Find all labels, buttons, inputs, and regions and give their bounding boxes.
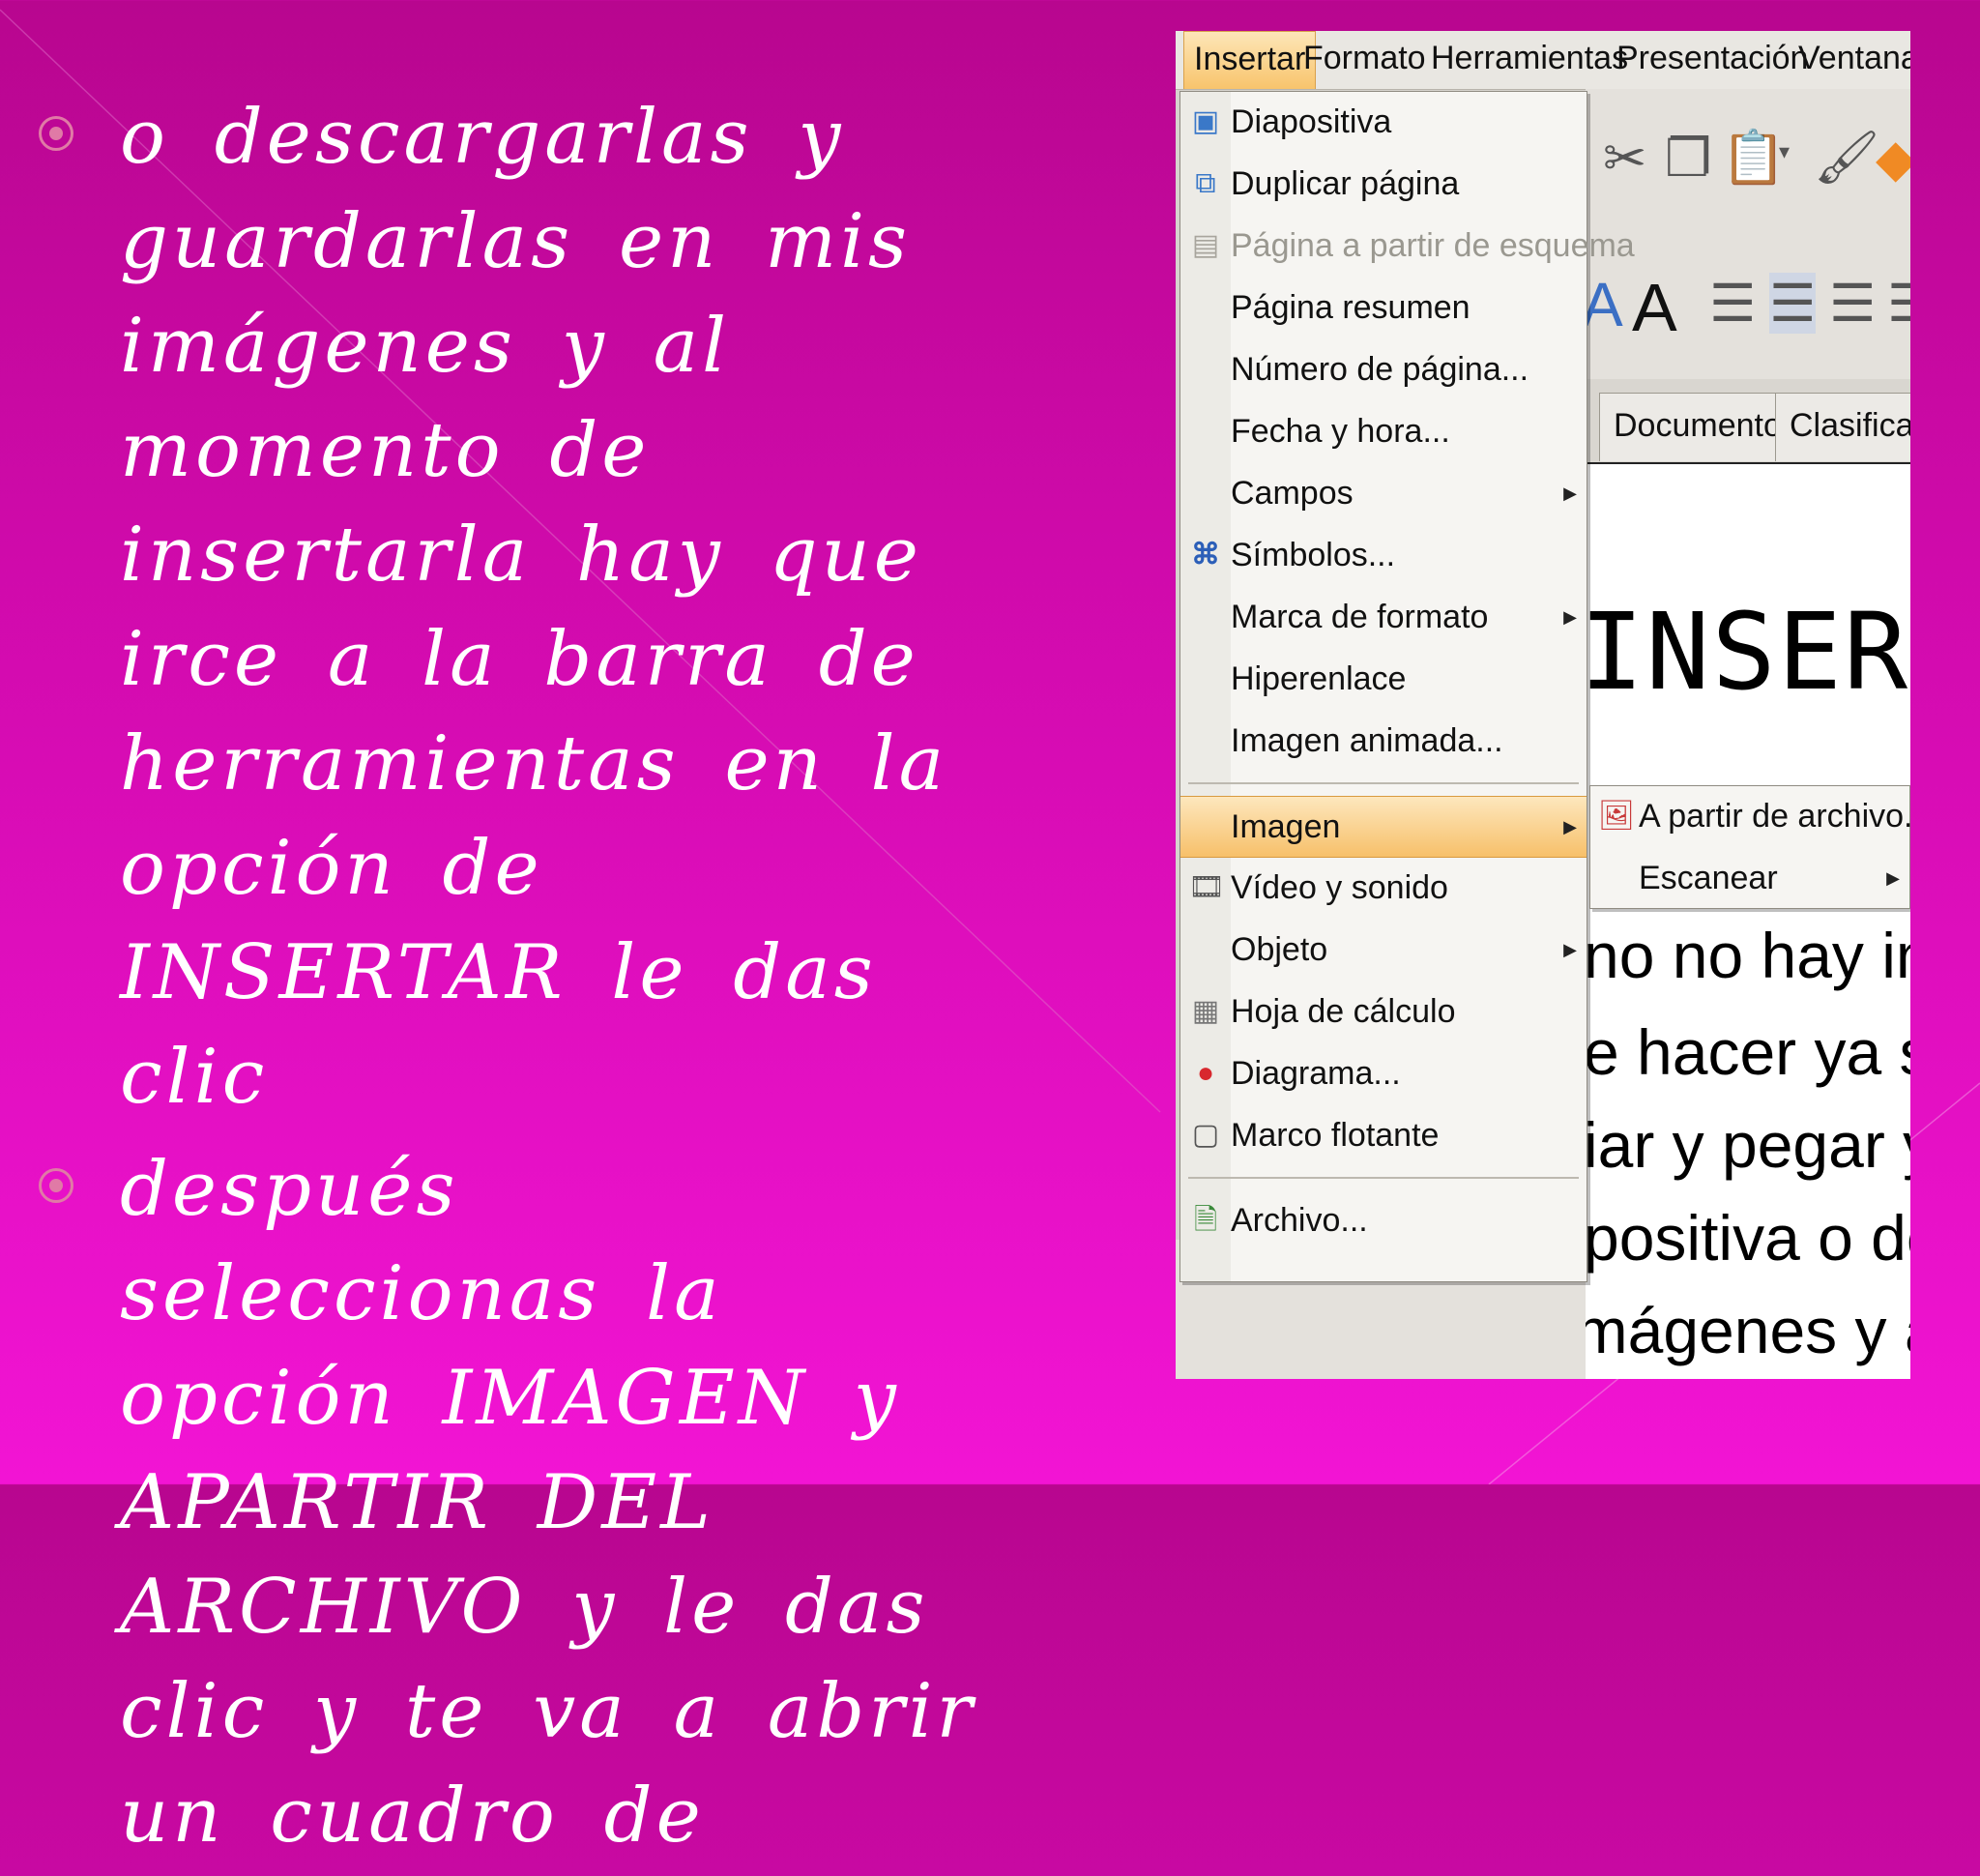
tab-clasificacion[interactable]: Clasificac — [1775, 393, 1910, 461]
slide-bullet-list: o descargarlas y guardarlas en mis imáge… — [37, 85, 984, 1876]
align-right-icon[interactable]: ☰ — [1829, 273, 1876, 334]
menu-item-label: Página a partir de esquema — [1231, 227, 1635, 264]
menu-item-hiperenlace[interactable]: Hiperenlace — [1180, 649, 1587, 709]
menu-item-campos[interactable]: Campos ▶ — [1180, 463, 1587, 523]
menu-item-archivo[interactable]: 🗎 Archivo... — [1180, 1190, 1587, 1250]
tab-documento[interactable]: Documento — [1599, 393, 1796, 461]
menu-item-duplicar-pagina[interactable]: ⧉ Duplicar página — [1180, 154, 1587, 214]
submenu-arrow-icon: ▶ — [1563, 817, 1577, 836]
insert-menu: ▣ Diapositiva ⧉ Duplicar página ▤ Página… — [1179, 91, 1635, 1282]
duplicate-page-icon: ⧉ — [1195, 167, 1216, 199]
submenu-arrow-icon: ▶ — [1563, 484, 1577, 503]
spreadsheet-icon: ▦ — [1191, 995, 1220, 1027]
menu-item-label: Diapositiva — [1231, 103, 1392, 140]
menu-item-label: Marco flotante — [1231, 1117, 1440, 1154]
menu-item-label: Imagen animada... — [1231, 722, 1503, 759]
justify-icon[interactable]: ☰ — [1887, 273, 1910, 334]
menu-item-simbolos[interactable]: ⌘ Símbolos... — [1180, 525, 1587, 585]
floating-frame-icon: ▢ — [1191, 1119, 1220, 1151]
menu-item-label: Diagrama... — [1231, 1055, 1401, 1092]
submenu-arrow-icon: ▶ — [1563, 607, 1577, 627]
bullet-marker-icon — [39, 116, 73, 151]
font-bold-icon[interactable]: A — [1632, 269, 1677, 346]
menu-bar: Insertar Formato Herramientas Presentaci… — [1176, 31, 1910, 90]
standard-toolbar: ✂ ❐ 📋 ▾ 🖌 ◆ — [1586, 89, 1910, 235]
menu-formato[interactable]: Formato — [1294, 31, 1436, 89]
image-submenu: 🖼 A partir de archivo... Escanear ▶ — [1589, 785, 1910, 909]
document-line: e hacer ya sea l — [1586, 1016, 1910, 1088]
slide-bullet-text: o descargarlas y guardarlas en mis imáge… — [120, 94, 948, 1121]
paste-dropdown-icon[interactable]: ▾ — [1779, 139, 1790, 164]
menu-item-imagen[interactable]: Imagen ▶ — [1180, 796, 1587, 858]
slide-bullet: o descargarlas y guardarlas en mis imáge… — [37, 85, 984, 1129]
document-line: imágenes y al mome — [1586, 1295, 1910, 1366]
menu-item-label: Fecha y hora... — [1231, 413, 1450, 450]
menu-item-diapositiva[interactable]: ▣ Diapositiva — [1180, 92, 1587, 152]
menu-item-fecha-hora[interactable]: Fecha y hora... — [1180, 401, 1587, 461]
menu-item-label: Vídeo y sonido — [1231, 869, 1448, 906]
bullet-marker-icon — [39, 1168, 73, 1203]
symbols-icon: ⌘ — [1191, 539, 1220, 571]
file-icon: 🗎 — [1193, 1204, 1218, 1236]
menu-item-label: Marca de formato — [1231, 599, 1489, 635]
menu-herramientas[interactable]: Herramientas — [1421, 31, 1638, 89]
align-left-icon[interactable]: ☰ — [1709, 273, 1756, 334]
document-heading: INSERCIÓ — [1586, 590, 1910, 714]
menu-item-video-sonido[interactable]: 🎞 Vídeo y sonido — [1180, 858, 1587, 918]
slide-bullet-text: después seleccionas la opción IMAGEN y A… — [120, 1146, 976, 1860]
menu-item-marco-flotante[interactable]: ▢ Marco flotante — [1180, 1105, 1587, 1165]
chart-icon: ● — [1196, 1057, 1215, 1089]
menu-item-label: Archivo... — [1231, 1202, 1368, 1239]
navigator-icon[interactable]: ◆ — [1876, 128, 1910, 189]
menu-item-label: Escanear — [1639, 860, 1778, 896]
font-color-icon[interactable]: A — [1582, 269, 1623, 340]
menu-item-label: Número de página... — [1231, 351, 1529, 388]
menu-item-pagina-esquema: ▤ Página a partir de esquema — [1180, 216, 1635, 276]
menu-item-imagen-animada[interactable]: Imagen animada... — [1180, 711, 1587, 771]
menu-presentacion[interactable]: Presentación — [1607, 31, 1818, 89]
menu-item-label: Hiperenlace — [1231, 660, 1407, 697]
menu-item-label: Página resumen — [1231, 289, 1470, 326]
menu-item-escanear[interactable]: Escanear ▶ — [1590, 848, 1909, 908]
app-screenshot: Insertar Formato Herramientas Presentaci… — [1176, 31, 1910, 1379]
image-from-file-icon: 🖼 — [1598, 800, 1636, 832]
menu-item-label: Hoja de cálculo — [1231, 993, 1456, 1030]
cut-icon[interactable]: ✂ — [1603, 128, 1646, 189]
menu-item-label: Campos — [1231, 475, 1354, 512]
menu-item-label: Imagen — [1231, 808, 1341, 845]
tabs-row: Documento Clasificac — [1586, 379, 1910, 462]
menu-item-pagina-resumen[interactable]: Página resumen — [1180, 278, 1587, 337]
menu-item-diagrama[interactable]: ● Diagrama... — [1180, 1043, 1587, 1103]
submenu-arrow-icon: ▶ — [1563, 940, 1577, 959]
document-line: no no hay imáge — [1586, 920, 1910, 991]
menu-item-objeto[interactable]: Objeto ▶ — [1180, 920, 1587, 980]
document-area[interactable]: INSERCIÓ no no hay imáge e hacer ya sea … — [1586, 462, 1910, 1379]
video-sound-icon: 🎞 — [1188, 871, 1226, 903]
align-center-icon[interactable]: ☰ — [1769, 273, 1817, 334]
menu-separator — [1188, 1177, 1579, 1179]
slide-bullet: después seleccionas la opción IMAGEN y A… — [37, 1137, 984, 1868]
copy-icon[interactable]: ❐ — [1665, 128, 1711, 189]
menu-separator — [1188, 782, 1579, 784]
menu-item-label: Duplicar página — [1231, 165, 1460, 202]
format-paintbrush-icon[interactable]: 🖌 — [1814, 128, 1880, 189]
document-line: iar y pegar y as — [1586, 1109, 1910, 1181]
menu-ventana[interactable]: Ventana — [1789, 31, 1910, 89]
slide-icon: ▣ — [1191, 105, 1220, 137]
document-line: positiva o desca — [1586, 1202, 1910, 1274]
menu-item-marca-formato[interactable]: Marca de formato ▶ — [1180, 587, 1587, 647]
menu-item-hoja-calculo[interactable]: ▦ Hoja de cálculo — [1180, 982, 1587, 1041]
paste-icon[interactable]: 📋 — [1721, 128, 1786, 189]
menu-item-label: A partir de archivo... — [1639, 798, 1910, 835]
menu-item-numero-pagina[interactable]: Número de página... — [1180, 339, 1587, 399]
submenu-arrow-icon: ▶ — [1886, 868, 1900, 888]
menu-item-label: Símbolos... — [1231, 537, 1396, 573]
menu-item-a-partir-de-archivo[interactable]: 🖼 A partir de archivo... — [1590, 786, 1910, 846]
outline-page-icon: ▤ — [1191, 229, 1220, 261]
menu-item-label: Objeto — [1231, 931, 1328, 968]
